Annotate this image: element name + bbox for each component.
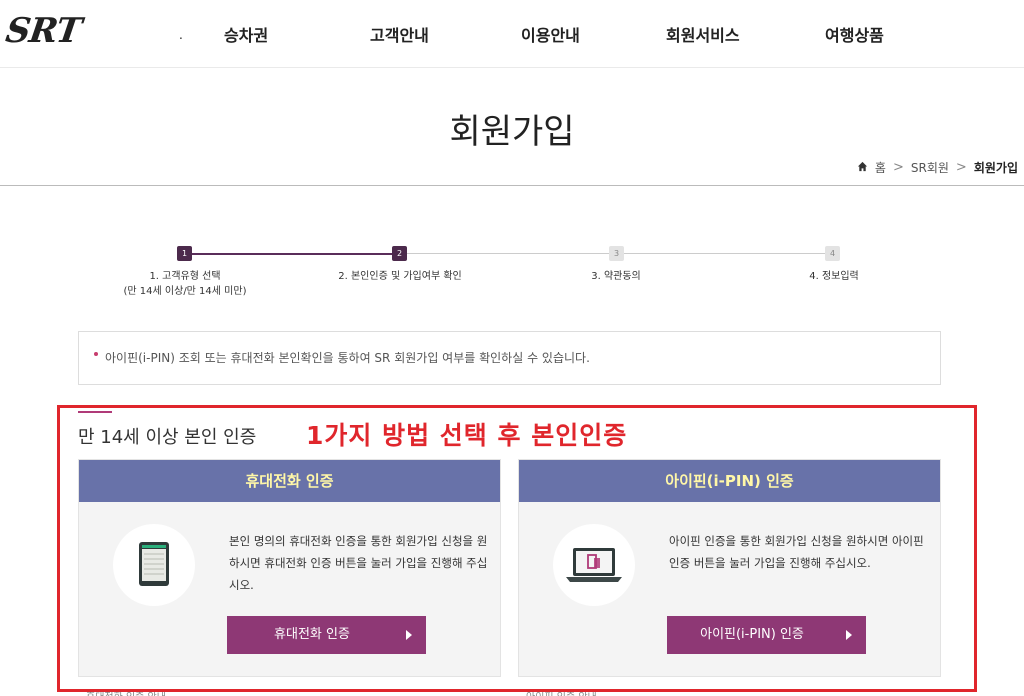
step-1-label: 1. 고객유형 선택 (만 14세 이상/만 14세 미만): [110, 269, 260, 299]
step-3-marker: 3: [609, 246, 624, 261]
step-4-marker: 4: [825, 246, 840, 261]
step-4-label: 4. 정보입력: [809, 271, 859, 282]
breadcrumb-home[interactable]: 홈: [875, 159, 886, 176]
breadcrumb: 홈 > SR회원 > 회원가입: [857, 159, 1018, 176]
nav-item-member-service[interactable]: 회원서비스: [666, 22, 740, 46]
step-2-label: 2. 본인인증 및 가입여부 확인: [338, 271, 462, 282]
bullet-icon: [94, 352, 98, 356]
nav-item-usage-guide[interactable]: 이용안내: [521, 22, 580, 46]
step-1-marker: 1: [177, 246, 192, 261]
srt-logo[interactable]: SRT: [3, 11, 83, 51]
step-1-title: 1. 고객유형 선택: [149, 271, 221, 282]
info-notice-text: 아이핀(i-PIN) 조회 또는 휴대전화 본인확인을 통하여 SR 회원가입 …: [105, 351, 590, 365]
title-divider: [0, 185, 1024, 186]
breadcrumb-sr-member[interactable]: SR회원: [911, 159, 949, 176]
home-icon[interactable]: [857, 161, 868, 175]
annotation-highlight-frame: [57, 405, 977, 692]
nav-item-tickets[interactable]: 승차권: [224, 22, 268, 46]
nav-dot: .: [179, 28, 183, 42]
breadcrumb-current: 회원가입: [973, 161, 1018, 175]
steps-progress-active: [185, 253, 400, 255]
breadcrumb-separator: >: [955, 160, 967, 175]
step-3-label: 3. 약관동의: [591, 271, 641, 282]
nav-item-customer-guide[interactable]: 고객안내: [370, 22, 429, 46]
step-2-marker: 2: [392, 246, 407, 261]
nav-item-travel-products[interactable]: 여행상품: [825, 22, 884, 46]
info-notice-box: 아이핀(i-PIN) 조회 또는 휴대전화 본인확인을 통하여 SR 회원가입 …: [78, 331, 941, 385]
site-header: SRT . 승차권 고객안내 이용안내 회원서비스 여행상품: [0, 0, 1024, 68]
page-title: 회원가입: [449, 112, 575, 152]
step-1-subtitle: (만 14세 이상/만 14세 미만): [123, 286, 247, 297]
breadcrumb-separator: >: [892, 160, 904, 175]
